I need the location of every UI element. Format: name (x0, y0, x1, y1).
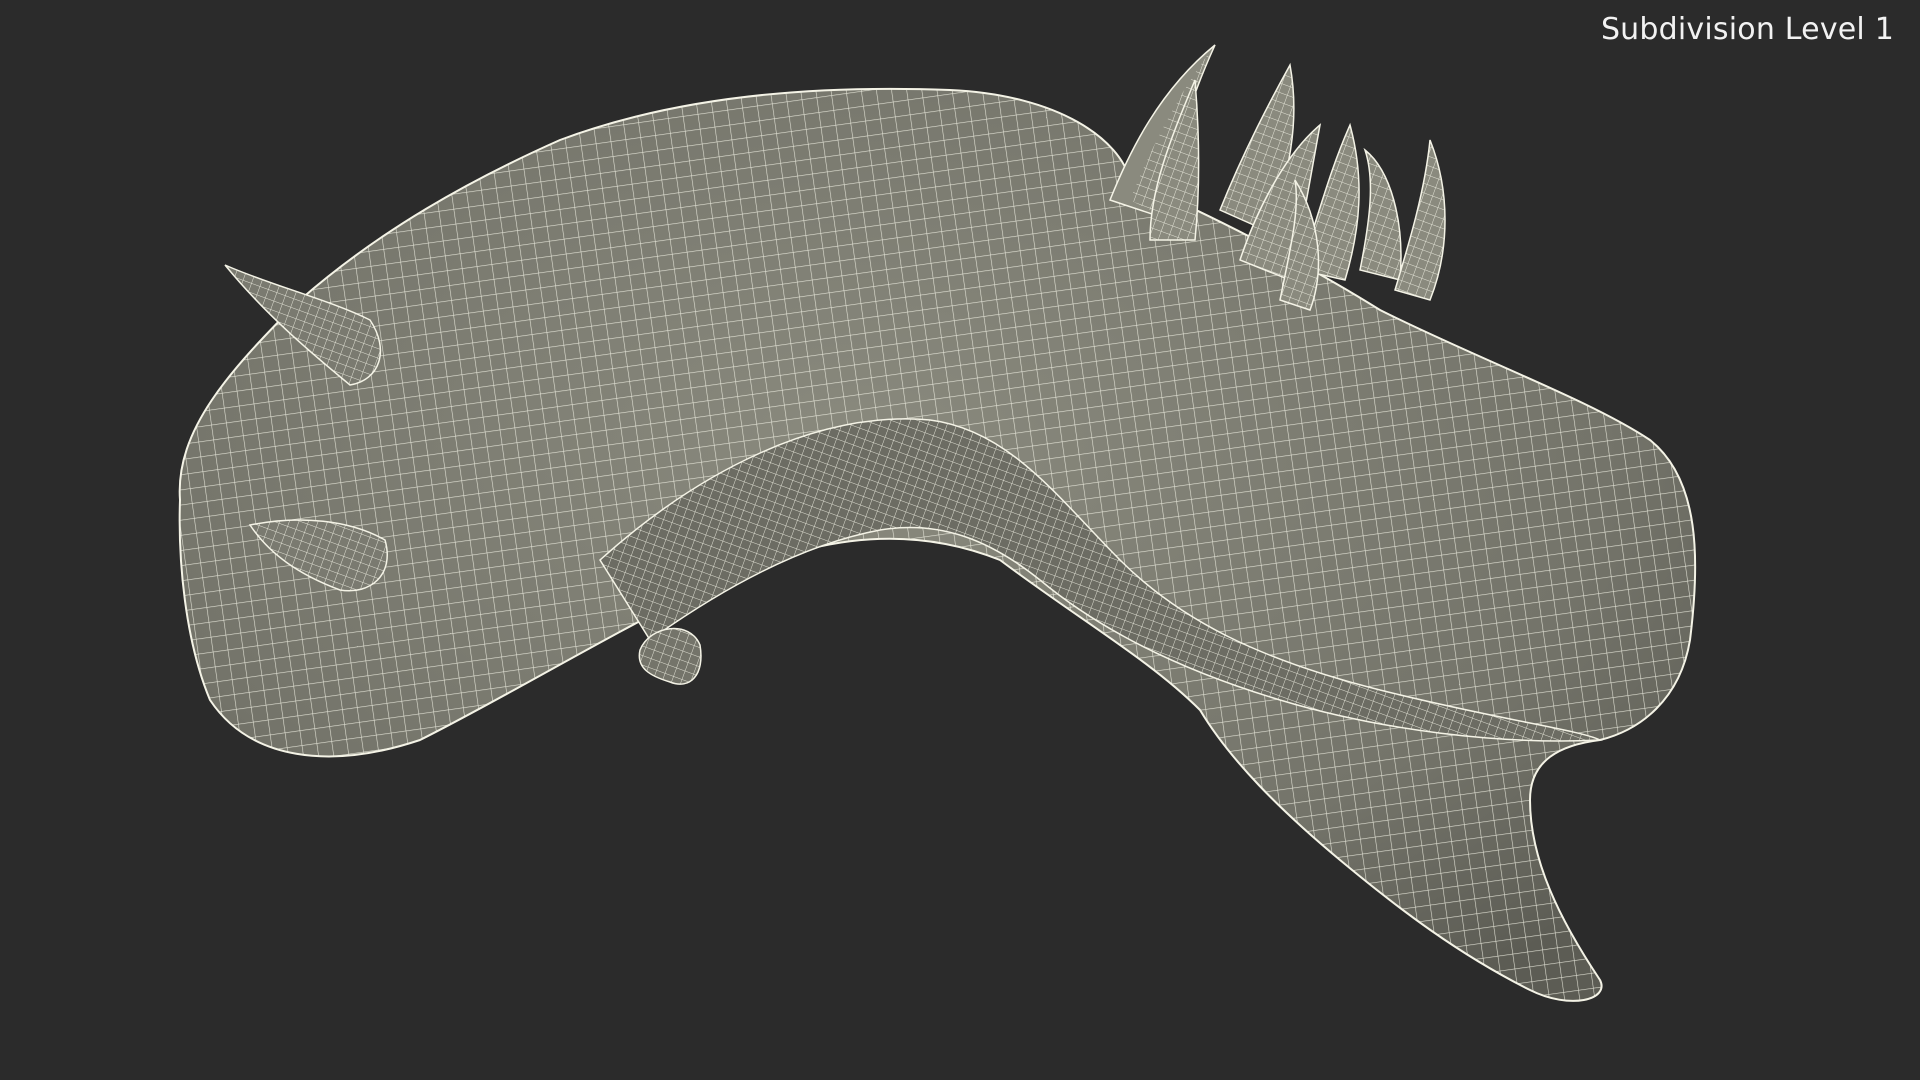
body-mesh (178, 87, 1697, 1002)
sea-slug-wireframe-model (178, 44, 1697, 1002)
subdivision-level-label: Subdivision Level 1 (1600, 12, 1894, 47)
3d-viewport[interactable]: Subdivision Level 1 (0, 0, 1920, 1080)
